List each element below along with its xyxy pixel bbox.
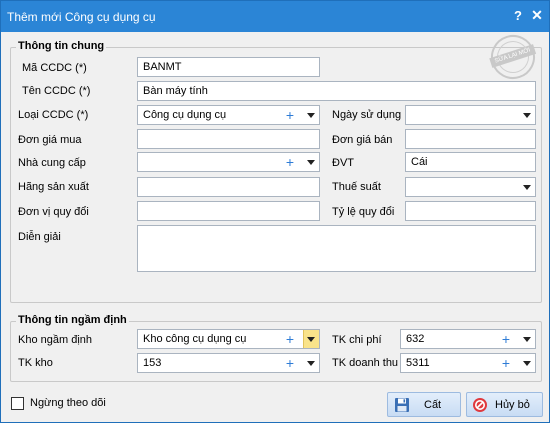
expense-dropdown-button[interactable] — [519, 330, 535, 348]
code-value: BANMT — [143, 61, 182, 73]
name-value: Bàn máy tính — [143, 85, 208, 97]
stock-label: TK kho — [18, 357, 53, 369]
title-bar[interactable]: Thêm mới Công cụ dụng cụ ? ✕ — [1, 1, 549, 32]
plus-icon[interactable]: + — [499, 354, 513, 372]
defaults-title: Thông tin ngầm định — [16, 314, 129, 326]
sell-price-field[interactable] — [405, 129, 536, 149]
window-title: Thêm mới Công cụ dụng cụ — [7, 10, 156, 24]
use-date-label: Ngày sử dụng — [332, 109, 402, 121]
chevron-down-icon — [523, 337, 531, 342]
warehouse-value: Kho công cụ dụng cụ — [143, 333, 247, 345]
sell-price-label: Đơn giá bán — [332, 134, 393, 146]
desc-textarea[interactable] — [137, 225, 536, 272]
expense-label: TK chi phí — [332, 334, 382, 346]
plus-icon[interactable]: + — [283, 106, 297, 124]
manufacturer-label: Hãng sản xuất — [18, 181, 89, 193]
expense-combo[interactable]: 632 + — [400, 329, 536, 349]
supplier-label: Nhà cung cấp — [18, 157, 86, 169]
close-icon[interactable]: ✕ — [530, 7, 544, 23]
desc-label: Diễn giải — [18, 231, 61, 243]
supplier-combo[interactable]: + — [137, 152, 320, 172]
tax-dropdown-button[interactable] — [519, 178, 535, 196]
unit-field[interactable]: Cái — [405, 152, 536, 172]
save-label: Cất — [424, 399, 442, 411]
warehouse-combo[interactable]: Kho công cụ dụng cụ + — [137, 329, 320, 349]
stock-value: 153 — [143, 357, 162, 369]
chevron-down-icon — [307, 113, 315, 118]
type-value: Công cụ dụng cụ — [143, 109, 227, 121]
chevron-down-icon — [307, 160, 315, 165]
plus-icon[interactable]: + — [283, 153, 297, 171]
chevron-down-icon — [307, 337, 315, 342]
cancel-label: Hủy bỏ — [495, 399, 530, 411]
plus-icon[interactable]: + — [283, 354, 297, 372]
supplier-dropdown-button[interactable] — [303, 153, 319, 171]
revenue-value: 5311 — [406, 357, 430, 369]
dialog-window: Thêm mới Công cụ dụng cụ ? ✕ Thông tin c… — [0, 0, 550, 423]
cancel-icon — [473, 398, 487, 412]
conv-unit-field[interactable] — [137, 201, 320, 221]
conv-unit-label: Đơn vị quy đổi — [18, 206, 89, 218]
warehouse-dropdown-button[interactable] — [303, 330, 319, 348]
plus-icon[interactable]: + — [499, 330, 513, 348]
unit-value: Cái — [411, 156, 428, 168]
type-dropdown-button[interactable] — [303, 106, 319, 124]
chevron-down-icon — [523, 361, 531, 366]
use-date-combo[interactable] — [405, 105, 536, 125]
tax-combo[interactable] — [405, 177, 536, 197]
type-label: Loại CCDC (*) — [18, 109, 89, 121]
stock-combo[interactable]: 153 + — [137, 353, 320, 373]
expense-value: 632 — [406, 333, 425, 345]
general-info-title: Thông tin chung — [16, 40, 107, 52]
name-field[interactable]: Bàn máy tính — [137, 81, 536, 101]
name-label: Tên CCDC (*) — [22, 85, 91, 97]
help-icon[interactable]: ? — [512, 8, 524, 23]
revenue-dropdown-button[interactable] — [519, 354, 535, 372]
chevron-down-icon — [523, 113, 531, 118]
buy-price-label: Đơn giá mua — [18, 134, 82, 146]
save-button[interactable]: Cất — [387, 392, 461, 417]
chevron-down-icon — [523, 185, 531, 190]
use-date-dropdown-button[interactable] — [519, 106, 535, 124]
conv-rate-field[interactable] — [405, 201, 536, 221]
revenue-label: TK doanh thu — [332, 357, 399, 369]
chevron-down-icon — [307, 361, 315, 366]
buy-price-field[interactable] — [137, 129, 320, 149]
stop-tracking-checkbox[interactable] — [11, 397, 24, 410]
conv-rate-label: Tỷ lệ quy đổi — [332, 206, 395, 218]
floppy-disk-icon — [395, 398, 409, 412]
manufacturer-field[interactable] — [137, 177, 320, 197]
cancel-button[interactable]: Hủy bỏ — [466, 392, 543, 417]
revenue-combo[interactable]: 5311 + — [400, 353, 536, 373]
stock-dropdown-button[interactable] — [303, 354, 319, 372]
type-combo[interactable]: Công cụ dụng cụ + — [137, 105, 320, 125]
stop-tracking-label[interactable]: Ngừng theo dõi — [30, 397, 106, 409]
tax-label: Thuế suất — [332, 181, 381, 193]
unit-label: ĐVT — [332, 157, 354, 169]
code-field[interactable]: BANMT — [137, 57, 320, 77]
plus-icon[interactable]: + — [283, 330, 297, 348]
warehouse-label: Kho ngầm định — [18, 334, 92, 346]
code-label: Mã CCDC (*) — [22, 62, 87, 74]
